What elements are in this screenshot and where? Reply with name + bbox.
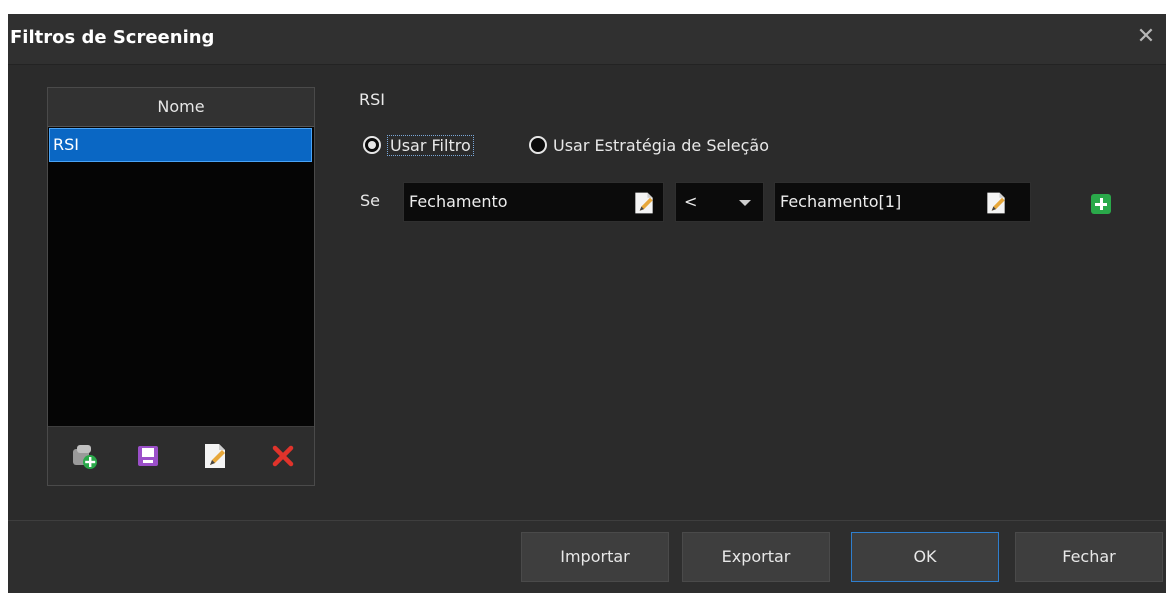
left-operand-value: Fechamento xyxy=(409,192,508,211)
right-operand-field[interactable]: Fechamento[1] xyxy=(774,182,1031,222)
radio-unselected-indicator xyxy=(529,136,547,154)
edit-icon[interactable] xyxy=(200,441,230,471)
filter-list-panel: Nome RSI xyxy=(47,87,315,486)
save-icon[interactable] xyxy=(133,441,163,471)
condition-if-label: Se xyxy=(360,191,380,210)
operator-value: < xyxy=(684,192,698,211)
add-filter-icon[interactable] xyxy=(70,441,100,471)
right-operand-value: Fechamento[1] xyxy=(780,192,902,211)
title-bar: Filtros de Screening ✕ xyxy=(8,14,1166,65)
screening-filters-dialog: Filtros de Screening ✕ Nome RSI RSI Usar… xyxy=(8,14,1166,593)
use-filter-radio[interactable]: Usar Filtro xyxy=(363,132,474,158)
left-operand-field[interactable]: Fechamento xyxy=(403,182,664,222)
close-button[interactable]: Fechar xyxy=(1015,532,1163,582)
edit-expression-icon[interactable] xyxy=(983,190,1009,216)
dialog-title: Filtros de Screening xyxy=(10,27,215,48)
use-strategy-label: Usar Estratégia de Seleção xyxy=(553,135,769,155)
close-icon[interactable]: ✕ xyxy=(1132,22,1160,52)
export-button[interactable]: Exportar xyxy=(682,532,830,582)
list-toolbar xyxy=(48,426,314,485)
edit-expression-icon[interactable] xyxy=(631,190,657,216)
add-condition-icon[interactable] xyxy=(1091,194,1111,214)
operator-dropdown[interactable]: < xyxy=(675,182,764,222)
radio-selected-indicator xyxy=(363,136,381,154)
list-column-header[interactable]: Nome xyxy=(48,88,314,127)
use-strategy-radio[interactable]: Usar Estratégia de Seleção xyxy=(529,132,769,158)
ok-button[interactable]: OK xyxy=(851,532,999,582)
delete-icon[interactable] xyxy=(268,441,298,471)
filter-name-label: RSI xyxy=(359,90,385,109)
use-filter-label: Usar Filtro xyxy=(387,134,474,156)
list-item[interactable]: RSI xyxy=(49,128,312,162)
import-button[interactable]: Importar xyxy=(521,532,669,582)
chevron-down-icon xyxy=(739,200,751,206)
